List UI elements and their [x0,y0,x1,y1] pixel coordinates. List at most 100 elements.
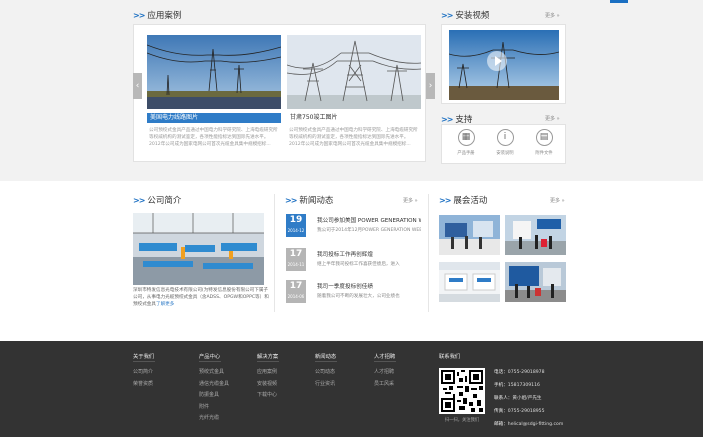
footer-divider [315,361,337,362]
footer-link[interactable]: 下载中心 [257,390,279,402]
footer-col-title[interactable]: 解决方案 [257,352,279,360]
footer-link[interactable]: 人才招聘 [374,367,396,379]
news-summary: 继上半年我司投标工作喜获佳绩后，进入 [317,262,400,267]
double-chevron-icon: >> [133,11,145,20]
footer-divider [199,361,221,362]
news-date-badge: 19 2014-12 [286,214,306,237]
about-section-title: >> 公司简介 [133,194,181,206]
case-card-2[interactable]: 甘肃750竣工图片 公司预绞式金具产品通过中国电力科学研究院、上海电缆研究所等权… [287,35,421,155]
contact-line: 手机：15817309116 [494,379,563,392]
expo-title-text: 展会活动 [453,196,488,206]
double-chevron-icon: >> [441,11,453,20]
footer-col-contact: 联系我们 [439,352,461,360]
footer-link[interactable]: 光纤光缆 [199,413,229,425]
news-date-badge: 17 2014-11 [286,248,306,271]
column-divider [428,194,429,312]
news-summary: 随着我公司不断的发展壮大，公司业绩也 [317,294,400,299]
case-image-1[interactable] [147,35,281,109]
case-desc-1: 公司预绞式金具产品通过中国电力科学研究院、上海电缆研究所等权威机构的测试鉴定，各… [149,128,278,147]
about-description: 深圳市特发信息光电技术有限公司(为特发信息股份有限公司下属子公司，从事电力光缆预… [133,287,269,308]
double-chevron-icon: >> [439,196,451,205]
expo-photo-3[interactable] [439,262,500,302]
news-title[interactable]: 我司一季度投标创佳绩 [317,282,421,290]
expo-more-link[interactable]: 更多 [550,197,565,204]
news-title[interactable]: 我公司参加美国 POWER GENERATION WEEK [317,216,421,224]
support-item-manual[interactable]: ▦ 产品手册 [453,129,479,156]
news-summary: 我公司于2014年12月POWER GENERATION WEEK [317,228,421,233]
expo-section-title: >> 展会活动 [439,194,487,206]
contact-phone: 0755-29018978 [507,370,545,375]
news-day: 17 [289,249,303,259]
footer-col-title[interactable]: 人才招聘 [374,352,396,360]
info-icon: i [496,129,514,146]
footer-col-jobs: 人才招聘 人才招聘 员工风采 [374,352,396,390]
footer-col-title: 联系我们 [439,354,461,360]
top-accent-bar [610,0,628,3]
footer-link[interactable]: 行业资讯 [315,379,337,391]
support-more-link[interactable]: 更多 [545,115,560,122]
expo-photo-2[interactable] [505,215,566,255]
news-item[interactable]: 192014-12 我公司参加美国 POWER GENERATION WEEK … [286,214,421,238]
footer-link[interactable]: 防振金具 [199,390,229,402]
qr-code-icon [439,368,485,414]
news-title[interactable]: 我司投标工作再创辉煌 [317,250,421,258]
book-icon: ▦ [457,129,475,146]
application-section-title: >> 应用案例 [133,9,181,21]
video-more-link[interactable]: 更多 [545,12,560,19]
news-year-month: 2014-11 [287,262,305,267]
support-item-label: 安装说明 [496,151,514,156]
column-divider [274,194,275,312]
file-icon: ▤ [535,129,553,146]
footer-divider [257,361,279,362]
footer-link[interactable]: 附件 [199,402,229,414]
carousel-prev-button[interactable]: ‹ [133,73,142,99]
double-chevron-icon: >> [133,196,145,205]
footer-link[interactable]: 安装视频 [257,379,279,391]
footer-link[interactable]: 荣誉资质 [133,379,155,391]
news-section-title: >> 新闻动态 [285,194,333,206]
play-icon[interactable] [487,51,507,71]
footer-link[interactable]: 公司动态 [315,367,337,379]
carousel-next-button[interactable]: › [426,73,435,99]
case-image-2[interactable] [287,35,421,109]
support-item-files[interactable]: ▤ 附件文件 [531,129,557,156]
footer-col-products: 产品中心 预绞式金具 通信光缆金具 防振金具 附件 光纤光缆 [199,352,229,425]
chevron-right-icon: › [428,81,433,91]
support-item-install[interactable]: i 安装说明 [492,129,518,156]
news-title-text: 新闻动态 [299,196,334,206]
contact-line: 邮箱：helical@sdgi-fitting.com [494,418,563,431]
footer-link[interactable]: 预绞式金具 [199,367,229,379]
contact-mobile: 15817309116 [507,383,540,388]
support-panel: ▦ 产品手册 i 安装说明 ▤ 附件文件 [441,124,566,164]
case-name-2[interactable]: 甘肃750竣工图片 [287,113,421,123]
about-factory-image [133,213,264,285]
footer-col-about: 关于我们 公司简介 荣誉资质 [133,352,155,390]
footer-link[interactable]: 通信光缆金具 [199,379,229,391]
expo-photo-1[interactable] [439,215,500,255]
footer-col-solutions: 解决方案 应用案例 安装视频 下载中心 [257,352,279,402]
footer-link[interactable]: 公司简介 [133,367,155,379]
footer-col-title[interactable]: 产品中心 [199,352,229,360]
contact-fax: 0755-29018955 [507,409,545,414]
expo-photo-4[interactable] [505,262,566,302]
case-name-1[interactable]: 美国电力线路图片 [147,113,281,123]
about-more-link[interactable]: 了解更多 [156,302,174,307]
install-video-player[interactable] [441,24,566,104]
footer-col-title[interactable]: 关于我们 [133,352,155,360]
support-item-label: 产品手册 [457,151,475,156]
footer-col-title[interactable]: 新闻动态 [315,352,337,360]
case-card-1[interactable]: 美国电力线路图片 公司预绞式金具产品通过中国电力科学研究院、上海电缆研究所等权威… [147,35,281,155]
site-footer: 关于我们 公司简介 荣誉资质 产品中心 预绞式金具 通信光缆金具 防振金具 附件… [0,341,703,437]
footer-link[interactable]: 员工风采 [374,379,396,391]
contact-person: 黄小姐/严先生 [512,396,542,401]
contact-email[interactable]: helical@sdgi-fitting.com [508,422,564,427]
news-more-link[interactable]: 更多 [403,197,418,204]
contact-key: 电话： [494,370,508,375]
contact-line: 传真：0755-29018955 [494,405,563,418]
qr-caption: 扫一扫，关注我们 [444,418,480,423]
news-item[interactable]: 17 2014-06 我司一季度投标创佳绩 随着我公司不断的发展壮大，公司业绩也 [286,280,420,304]
double-chevron-icon: >> [285,196,297,205]
footer-link[interactable]: 应用案例 [257,367,279,379]
news-day: 19 [289,215,303,225]
news-item[interactable]: 17 2014-11 我司投标工作再创辉煌 继上半年我司投标工作喜获佳绩后，进入 [286,248,420,272]
